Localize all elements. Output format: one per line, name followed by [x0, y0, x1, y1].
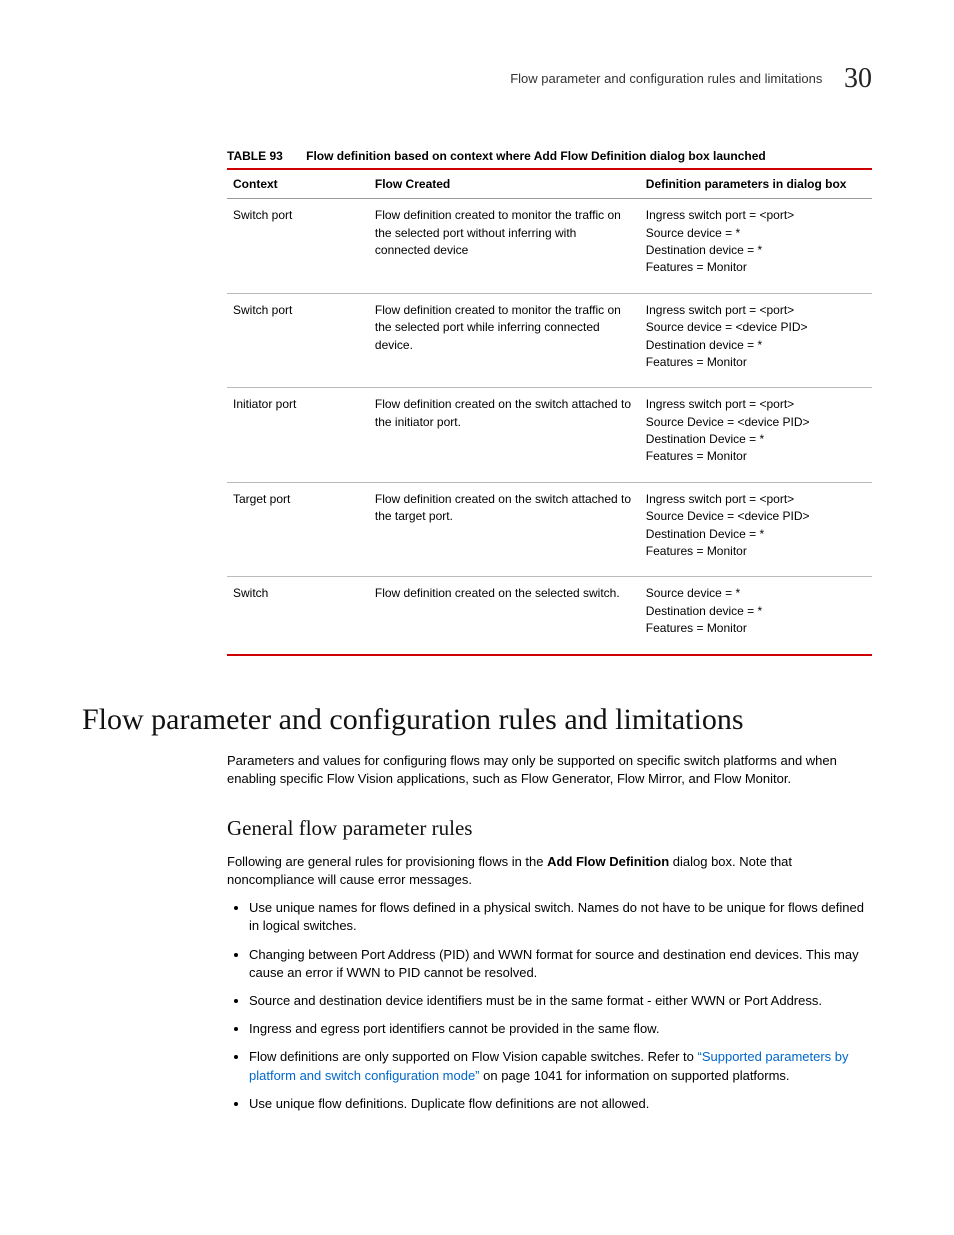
subsection-heading: General flow parameter rules [227, 814, 872, 842]
section-intro: Parameters and values for configuring fl… [227, 752, 872, 788]
cell-def: Ingress switch port = <port> Source devi… [640, 293, 872, 388]
table-header-row: Context Flow Created Definition paramete… [227, 169, 872, 199]
cell-flow: Flow definition created to monitor the t… [369, 199, 640, 294]
table-label: TABLE 93 [227, 149, 283, 163]
cell-flow: Flow definition created on the switch at… [369, 388, 640, 483]
table-row: Target port Flow definition created on t… [227, 482, 872, 577]
table-description: Flow definition based on context where A… [306, 149, 766, 163]
th-flow-created: Flow Created [369, 169, 640, 199]
list-item: Use unique flow definitions. Duplicate f… [249, 1095, 872, 1113]
table-row: Switch Flow definition created on the se… [227, 577, 872, 655]
table-caption: TABLE 93 Flow definition based on contex… [227, 148, 872, 164]
table-row: Switch port Flow definition created to m… [227, 293, 872, 388]
table-block: TABLE 93 Flow definition based on contex… [227, 148, 872, 656]
section-body: Parameters and values for configuring fl… [227, 752, 872, 1113]
running-header: Flow parameter and configuration rules a… [82, 60, 872, 98]
cell-context: Switch [227, 577, 369, 655]
table-row: Initiator port Flow definition created o… [227, 388, 872, 483]
chapter-number: 30 [844, 63, 872, 94]
cell-flow: Flow definition created on the selected … [369, 577, 640, 655]
list-item: Changing between Port Address (PID) and … [249, 946, 872, 982]
rules-list: Use unique names for flows defined in a … [227, 899, 872, 1113]
th-definition-params: Definition parameters in dialog box [640, 169, 872, 199]
cell-def: Ingress switch port = <port> Source Devi… [640, 482, 872, 577]
cell-def: Ingress switch port = <port> Source Devi… [640, 388, 872, 483]
list-item: Ingress and egress port identifiers cann… [249, 1020, 872, 1038]
cell-flow: Flow definition created on the switch at… [369, 482, 640, 577]
running-header-title: Flow parameter and configuration rules a… [510, 71, 822, 86]
list-item: Source and destination device identifier… [249, 992, 872, 1010]
cell-def: Ingress switch port = <port> Source devi… [640, 199, 872, 294]
cell-context: Target port [227, 482, 369, 577]
cell-context: Switch port [227, 293, 369, 388]
section-heading: Flow parameter and configuration rules a… [82, 700, 872, 741]
subsection-intro: Following are general rules for provisio… [227, 853, 872, 889]
cell-flow: Flow definition created to monitor the t… [369, 293, 640, 388]
th-context: Context [227, 169, 369, 199]
bold-dialog-name: Add Flow Definition [547, 854, 669, 869]
flow-definition-table: Context Flow Created Definition paramete… [227, 168, 872, 656]
cell-context: Initiator port [227, 388, 369, 483]
cell-context: Switch port [227, 199, 369, 294]
list-item: Flow definitions are only supported on F… [249, 1048, 872, 1084]
table-row: Switch port Flow definition created to m… [227, 199, 872, 294]
cell-def: Source device = * Destination device = *… [640, 577, 872, 655]
list-item: Use unique names for flows defined in a … [249, 899, 872, 935]
